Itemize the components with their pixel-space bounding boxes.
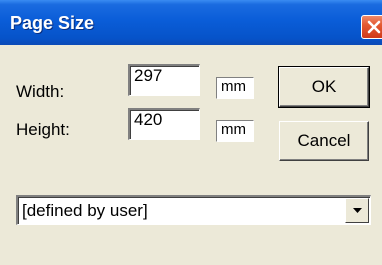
width-label: Width: (16, 82, 65, 101)
height-label: Height: (16, 120, 70, 139)
title-bar[interactable]: Page Size (0, 0, 382, 45)
width-input[interactable]: 297 (128, 64, 200, 96)
page-size-dialog: Page Size Width: 297 mm Height: 420 mm O… (0, 0, 382, 265)
ok-button[interactable]: OK (278, 66, 370, 108)
page-size-preset-select[interactable]: [defined by user] (16, 195, 371, 225)
dialog-title: Page Size (10, 13, 95, 33)
dropdown-button[interactable] (345, 198, 369, 223)
cancel-button[interactable]: Cancel (279, 121, 369, 161)
chevron-down-icon (353, 208, 362, 213)
close-icon (367, 20, 381, 34)
preset-selected-value: [defined by user] (22, 201, 148, 220)
width-unit: mm (216, 77, 254, 99)
height-unit: mm (216, 120, 254, 142)
height-input[interactable]: 420 (128, 108, 200, 140)
close-button[interactable] (361, 15, 382, 39)
